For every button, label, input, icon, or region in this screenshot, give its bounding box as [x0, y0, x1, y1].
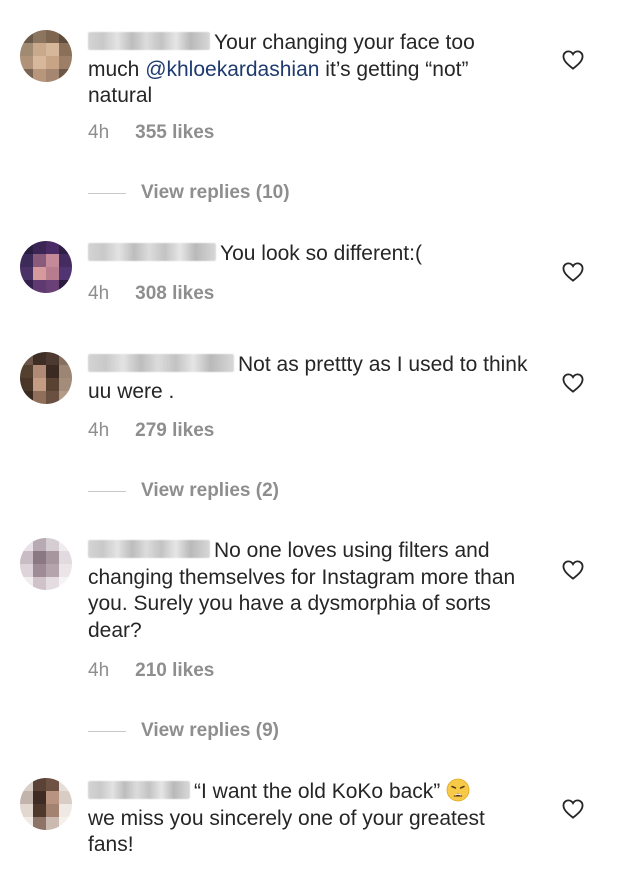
username-blurred[interactable]: [88, 354, 234, 372]
heart-outline-icon[interactable]: [562, 560, 584, 580]
username-blurred[interactable]: [88, 32, 210, 50]
avatar[interactable]: [20, 352, 72, 404]
likes-count[interactable]: 279 likes: [135, 420, 214, 441]
comment-meta: 4h 355 likes: [88, 122, 214, 144]
likes-count[interactable]: 308 likes: [135, 283, 214, 304]
view-replies-label: View replies (10): [141, 182, 290, 203]
username-blurred[interactable]: [88, 540, 210, 558]
view-replies-button[interactable]: View replies (9): [88, 720, 279, 742]
mention-link[interactable]: @khloekardashian: [145, 58, 319, 81]
view-replies-button[interactable]: View replies (2): [88, 480, 279, 502]
comment-text-part: we miss you sincerely one of your greate…: [88, 806, 485, 857]
comment-text-part: “I want the old KoKo back”: [194, 780, 441, 803]
comment-text: Not as prettty as I used to think uu wer…: [88, 352, 528, 405]
comment-text-part: You look so different:(: [220, 242, 422, 265]
username-blurred[interactable]: [88, 781, 190, 799]
heart-outline-icon[interactable]: [562, 262, 584, 282]
divider: [88, 192, 126, 194]
username-blurred[interactable]: [88, 243, 216, 261]
divider: [88, 730, 126, 732]
weary-face-emoji: [446, 778, 470, 802]
comment-meta: 4h 279 likes: [88, 420, 214, 442]
avatar[interactable]: [20, 538, 72, 590]
timestamp: 4h: [88, 660, 110, 681]
likes-count[interactable]: 210 likes: [135, 660, 214, 681]
likes-count[interactable]: 355 likes: [135, 122, 214, 143]
view-replies-label: View replies (9): [141, 720, 279, 741]
timestamp: 4h: [88, 420, 110, 441]
comment-text: “I want the old KoKo back” we miss you s…: [88, 778, 528, 859]
avatar[interactable]: [20, 778, 72, 830]
comment-text: Your changing your face too much @khloek…: [88, 30, 528, 110]
comment-meta: 4h 308 likes: [88, 283, 214, 305]
view-replies-button[interactable]: View replies (10): [88, 182, 290, 204]
comment-meta: 4h 210 likes: [88, 660, 214, 682]
avatar[interactable]: [20, 30, 72, 82]
divider: [88, 490, 126, 492]
heart-outline-icon[interactable]: [562, 50, 584, 70]
heart-outline-icon[interactable]: [562, 373, 584, 393]
comments-screen: { "comments": [ { "text": "Your changing…: [0, 0, 620, 874]
view-replies-label: View replies (2): [141, 480, 279, 501]
timestamp: 4h: [88, 283, 110, 304]
comment-text: You look so different:(: [88, 241, 528, 268]
comment-text: No one loves using filters and changing …: [88, 538, 528, 644]
avatar[interactable]: [20, 241, 72, 293]
heart-outline-icon[interactable]: [562, 799, 584, 819]
timestamp: 4h: [88, 122, 110, 143]
